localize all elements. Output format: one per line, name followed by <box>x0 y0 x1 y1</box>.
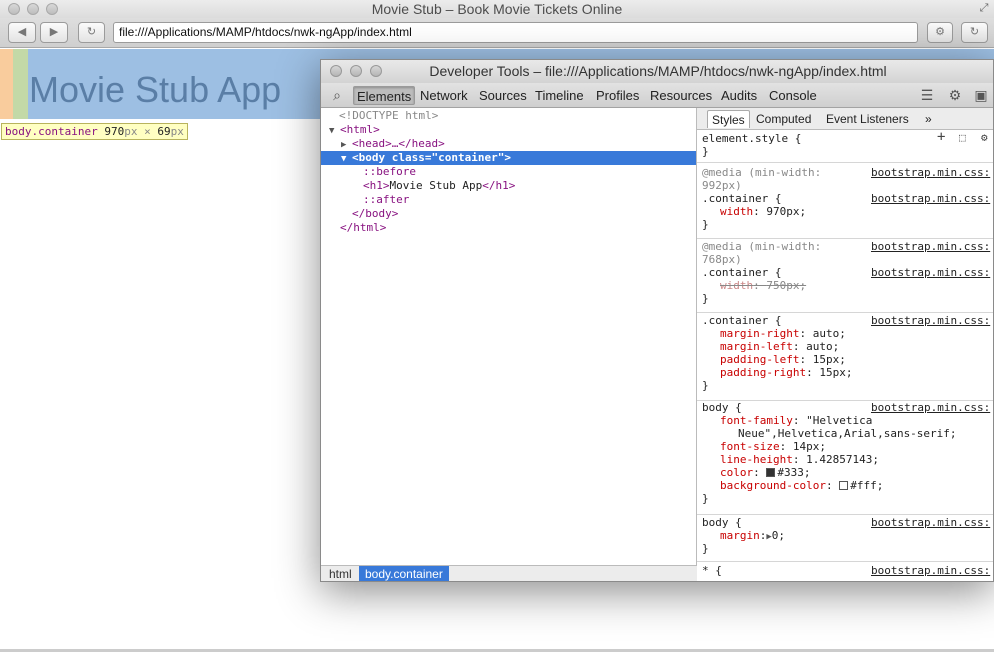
prop-line-height[interactable]: line-height: 1.42857143; <box>697 453 993 466</box>
prop-margin[interactable]: margin:▶0; <box>697 529 993 542</box>
tab-timeline[interactable]: Timeline <box>532 86 587 105</box>
source-link[interactable]: bootstrap.min.css: <box>871 516 990 529</box>
devtools-title: Developer Tools – file:///Applications/M… <box>429 63 887 79</box>
tab-computed[interactable]: Computed <box>752 110 815 128</box>
devtools-tabbar: ⌕ Elements Network Sources Timeline Prof… <box>321 83 993 108</box>
dom-html-close[interactable]: </html> <box>340 221 386 235</box>
browser-toolbar: ◀ ▶ ↻ file:///Applications/MAMP/htdocs/n… <box>0 18 994 48</box>
prop-font-family[interactable]: font-family: "Helvetica <box>697 414 993 427</box>
back-button[interactable]: ◀ <box>8 22 36 43</box>
tab-sources[interactable]: Sources <box>476 86 530 105</box>
search-icon[interactable]: ⌕ <box>329 87 345 103</box>
back-arrow-icon: ◀ <box>17 26 27 38</box>
sidebar-tabbar: Styles Computed Event Listeners » <box>697 108 993 130</box>
tab-elements[interactable]: Elements <box>353 86 416 105</box>
rule-selector[interactable]: element.style { <box>697 132 993 145</box>
dom-doctype[interactable]: <!DOCTYPE html> <box>339 109 438 123</box>
dom-h1[interactable]: <h1>Movie Stub App</h1> <box>363 179 515 193</box>
expanded-triangle-icon[interactable]: ▼ <box>329 124 340 138</box>
rule-container-992: @media (min-width: bootstrap.min.css: 992… <box>697 166 993 239</box>
dom-head[interactable]: ▶ <head>…</head> <box>341 137 445 151</box>
prop-padding-left[interactable]: padding-left: 15px; <box>697 353 993 366</box>
devtools-close-button[interactable] <box>330 65 342 77</box>
reload-button[interactable]: ↻ <box>78 22 105 43</box>
source-link[interactable]: bootstrap.min.css: <box>871 166 990 179</box>
styles-sidebar: Styles Computed Event Listeners » elemen… <box>697 108 993 581</box>
prop-background-color[interactable]: background-color: #fff; <box>697 479 993 492</box>
zoom-window-button[interactable] <box>46 3 58 15</box>
prop-padding-right[interactable]: padding-right: 15px; <box>697 366 993 379</box>
devtools-zoom-button[interactable] <box>370 65 382 77</box>
dom-after-pseudo[interactable]: ::after <box>363 193 409 207</box>
dom-before-pseudo[interactable]: ::before <box>363 165 416 179</box>
tab-resources[interactable]: Resources <box>647 86 715 105</box>
rule-universal: * {bootstrap.min.css: <box>702 564 991 577</box>
rule-body: body {bootstrap.min.css: font-family: "H… <box>697 401 993 515</box>
breadcrumb-html[interactable]: html <box>323 566 358 581</box>
forward-arrow-icon: ▶ <box>49 26 59 38</box>
source-link[interactable]: bootstrap.min.css: <box>871 240 990 253</box>
breadcrumb-body-container[interactable]: body.container <box>359 566 449 581</box>
reload-icon: ↻ <box>86 26 97 38</box>
page-heading: Movie Stub App <box>29 69 282 110</box>
color-swatch[interactable] <box>766 468 776 477</box>
reload-right-button[interactable]: ↻ <box>961 22 988 43</box>
tab-audits[interactable]: Audits <box>718 86 760 105</box>
devtools-titlebar: Developer Tools – file:///Applications/M… <box>321 60 993 83</box>
settings-button[interactable]: ⚙ <box>927 22 953 43</box>
window-titlebar: Movie Stub – Book Movie Tickets Online ⤢ <box>0 0 994 18</box>
reload-icon: ↻ <box>969 26 980 38</box>
collapsed-triangle-icon[interactable]: ▶ <box>341 138 352 152</box>
tab-styles[interactable]: Styles <box>707 110 750 128</box>
close-window-button[interactable] <box>8 3 20 15</box>
forward-button[interactable]: ▶ <box>40 22 68 43</box>
prop-margin-right[interactable]: margin-right: auto; <box>697 327 993 340</box>
tab-console[interactable]: Console <box>766 86 820 105</box>
tooltip-selector: body.container <box>5 125 98 138</box>
source-link[interactable]: bootstrap.min.css: <box>871 401 990 414</box>
rule-element-style: element.style { + ⬚ ⚙ } <box>697 130 993 163</box>
tooltip-height: 69 <box>157 125 171 138</box>
element-size-tooltip: body.container 970px × 69px <box>1 123 188 140</box>
prop-font-size[interactable]: font-size: 14px; <box>697 440 993 453</box>
color-swatch[interactable] <box>839 481 849 490</box>
devtools-window: Developer Tools – file:///Applications/M… <box>320 59 994 582</box>
highlight-margin <box>0 49 13 119</box>
window-title: Movie Stub – Book Movie Tickets Online <box>371 1 623 17</box>
address-bar[interactable]: file:///Applications/MAMP/htdocs/nwk-ngA… <box>113 22 918 43</box>
rule-body-margin: body {bootstrap.min.css: margin:▶0; } <box>697 516 993 562</box>
source-link[interactable]: bootstrap.min.css: <box>871 266 990 279</box>
tab-profiles[interactable]: Profiles <box>593 86 642 105</box>
prop-width-overridden[interactable]: width: 750px; <box>697 279 993 292</box>
gear-icon: ⚙ <box>935 26 945 38</box>
elements-tree: <!DOCTYPE html> ▼ <html> ▶ <head>…</head> … <box>321 108 697 565</box>
expanded-triangle-icon[interactable]: ▼ <box>341 152 352 166</box>
dom-body-selected[interactable]: ▼ <body class="container"> <box>321 151 696 165</box>
breadcrumb: html body.container <box>321 565 697 581</box>
dock-icon[interactable]: ▣ <box>973 87 989 103</box>
rule-container: .container {bootstrap.min.css: margin-ri… <box>697 314 993 401</box>
add-rule-icon[interactable]: + <box>937 130 945 144</box>
element-state-icon[interactable]: ⬚ <box>959 131 966 144</box>
rule-container-768: @media (min-width: bootstrap.min.css: 768… <box>697 240 993 313</box>
gear-icon[interactable]: ⚙ <box>947 87 963 103</box>
minimize-window-button[interactable] <box>27 3 39 15</box>
tooltip-width: 970 <box>104 125 125 138</box>
prop-width[interactable]: width: 970px; <box>697 205 993 218</box>
source-link[interactable]: bootstrap.min.css: <box>871 564 990 577</box>
tab-event-listeners[interactable]: Event Listeners <box>822 110 913 128</box>
prop-margin-left[interactable]: margin-left: auto; <box>697 340 993 353</box>
prop-color[interactable]: color: #333; <box>697 466 993 479</box>
more-tabs-icon[interactable]: » <box>921 110 936 128</box>
source-link[interactable]: bootstrap.min.css: <box>871 192 990 205</box>
source-link[interactable]: bootstrap.min.css: <box>871 314 990 327</box>
show-drawer-icon[interactable]: ☰ <box>919 87 935 103</box>
fullscreen-icon[interactable]: ⤢ <box>978 2 990 14</box>
highlight-padding <box>13 49 28 119</box>
devtools-minimize-button[interactable] <box>350 65 362 77</box>
tab-network[interactable]: Network <box>417 86 471 105</box>
dom-body-close[interactable]: </body> <box>352 207 398 221</box>
gear-icon[interactable]: ⚙ <box>981 131 988 144</box>
dom-html[interactable]: ▼ <html> <box>329 123 380 137</box>
